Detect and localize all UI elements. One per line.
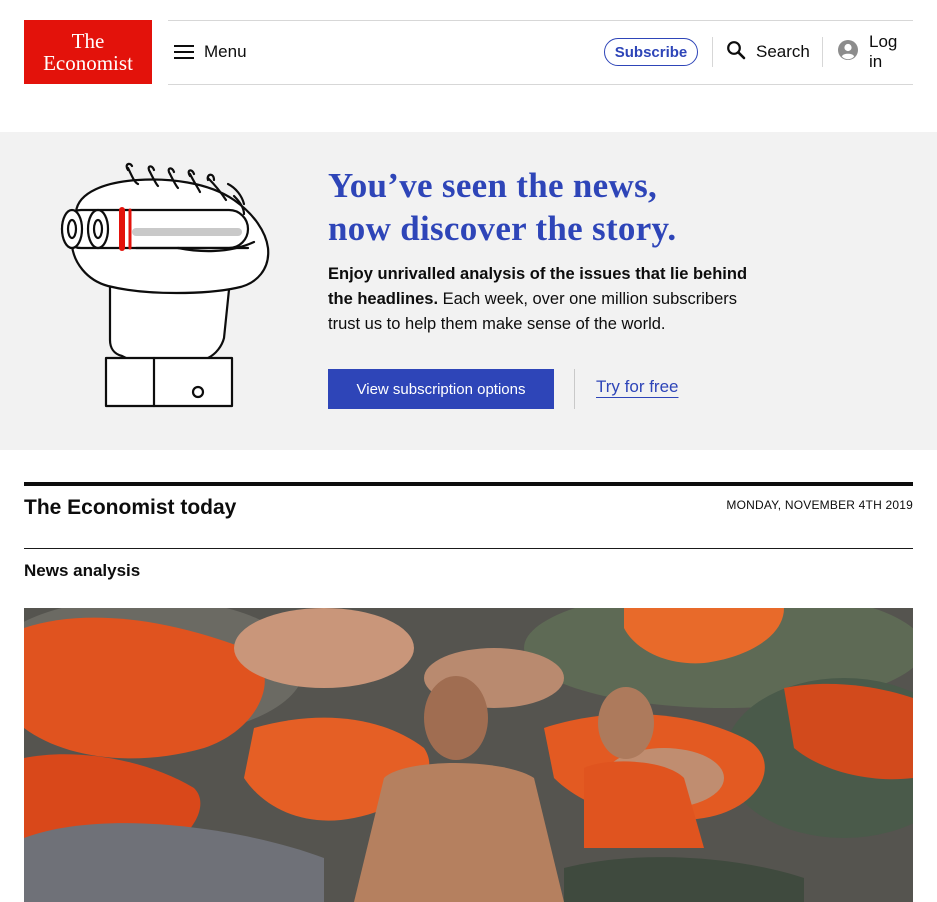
menu-label: Menu bbox=[204, 42, 247, 61]
login-button[interactable]: Log in bbox=[837, 32, 913, 71]
search-label: Search bbox=[756, 42, 810, 61]
search-icon bbox=[726, 40, 746, 65]
section-top-rule bbox=[24, 482, 913, 486]
logo-line-1: The bbox=[71, 28, 105, 53]
try-for-free-link[interactable]: Try for free bbox=[596, 377, 679, 397]
view-subscription-options-button[interactable]: View subscription options bbox=[328, 369, 554, 409]
header-bar: Menu Subscribe Search Log in bbox=[168, 20, 913, 85]
hand-holding-newspaper-illustration bbox=[58, 162, 272, 412]
site-header: The Economist Menu Subscribe Search Log … bbox=[24, 20, 913, 85]
search-button[interactable]: Search bbox=[726, 37, 810, 67]
issue-date: MONDAY, NOVEMBER 4TH 2019 bbox=[726, 498, 913, 512]
section-divider bbox=[24, 548, 913, 549]
logo-line-2: Economist bbox=[43, 50, 133, 75]
page-title: The Economist today bbox=[24, 496, 237, 519]
login-label: Log in bbox=[869, 32, 898, 71]
header-divider bbox=[712, 37, 713, 67]
lead-article-image[interactable] bbox=[24, 608, 913, 902]
hamburger-icon bbox=[174, 44, 194, 60]
account-icon bbox=[837, 39, 859, 66]
promo-divider bbox=[574, 369, 575, 409]
promo-headline-line-2: now discover the story. bbox=[328, 209, 677, 248]
section-label-news-analysis: News analysis bbox=[24, 561, 141, 580]
promo-description: Enjoy unrivalled analysis of the issues … bbox=[328, 262, 758, 337]
subscribe-button[interactable]: Subscribe bbox=[604, 38, 698, 66]
header-divider bbox=[822, 37, 823, 67]
menu-button[interactable]: Menu bbox=[174, 37, 247, 67]
promo-headline-line-1: You’ve seen the news, bbox=[328, 166, 658, 205]
promo-headline: You’ve seen the news, now discover the s… bbox=[328, 164, 808, 250]
economist-logo[interactable]: The Economist bbox=[24, 20, 152, 84]
subscription-promo: You’ve seen the news, now discover the s… bbox=[0, 132, 937, 450]
